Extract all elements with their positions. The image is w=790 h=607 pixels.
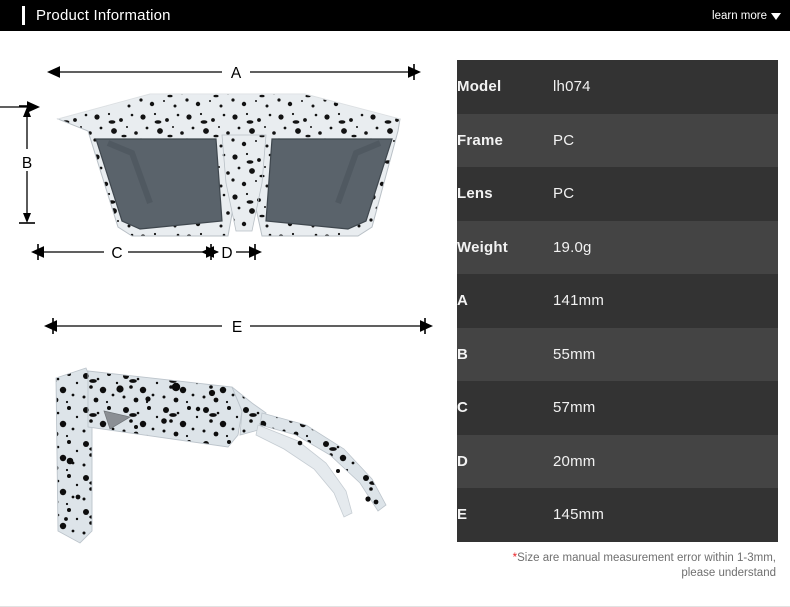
dimension-label-e: E (232, 319, 242, 336)
learn-more-label: learn more (712, 9, 767, 22)
spec-label: Frame (457, 131, 504, 149)
dimension-label-a: A (231, 65, 242, 82)
dimension-arrow-d: D (201, 244, 262, 262)
dimension-label-c: C (111, 245, 122, 262)
product-diagram-panel: A B C D E (0, 31, 455, 606)
spec-value: 141mm (553, 292, 605, 310)
specification-table-body: Model lh074 Frame PC Lens PC Weight 19.0… (457, 60, 778, 542)
disclaimer-line-2: please understand (681, 566, 776, 579)
table-row: Weight 19.0g (457, 220, 778, 274)
product-diagram-svg: A B C D E (0, 64, 433, 544)
specification-panel: Model lh074 Frame PC Lens PC Weight 19.0… (457, 60, 778, 581)
table-row: B 55mm (457, 327, 778, 381)
spec-label: Lens (457, 185, 493, 203)
spec-label: E (457, 506, 468, 524)
sunglasses-side-view (55, 367, 387, 544)
spec-label: C (457, 399, 469, 417)
spec-label: Model (457, 78, 502, 96)
disclaimer-line-1: Size are manual measurement error within… (517, 551, 776, 564)
table-row: D 20mm (457, 434, 778, 488)
spec-value: lh074 (553, 78, 591, 96)
spec-value: 145mm (553, 506, 605, 524)
spec-label: Weight (457, 238, 508, 256)
spec-label: A (457, 292, 469, 310)
spec-label: D (457, 452, 469, 470)
chevron-down-icon (771, 13, 781, 20)
sunglasses-front-view (56, 93, 401, 237)
table-row: E 145mm (457, 488, 778, 542)
page-title: Product Information (36, 7, 171, 24)
dimension-arrow-a: A (47, 64, 421, 82)
spec-value: PC (553, 185, 575, 203)
page-header: Product Information learn more (0, 0, 790, 31)
dimension-label-b: B (22, 155, 32, 172)
measurement-disclaimer: *Size are manual measurement error withi… (457, 551, 778, 581)
specification-table: Model lh074 Frame PC Lens PC Weight 19.0… (457, 60, 778, 542)
dimension-arrow-b: B (0, 101, 40, 224)
header-accent-bar (22, 6, 25, 25)
table-row: C 57mm (457, 381, 778, 435)
table-row: Lens PC (457, 167, 778, 221)
spec-value: PC (553, 131, 575, 149)
table-row: A 141mm (457, 274, 778, 328)
spec-value: 55mm (553, 345, 596, 363)
dimension-label-d: D (221, 245, 232, 262)
spec-value: 19.0g (553, 238, 592, 256)
spec-value: 57mm (553, 399, 596, 417)
learn-more-button[interactable]: learn more (712, 10, 781, 22)
table-row: Model lh074 (457, 60, 778, 114)
table-row: Frame PC (457, 113, 778, 167)
dimension-arrow-c: C (31, 244, 219, 262)
spec-label: B (457, 345, 469, 363)
dimension-arrow-e: E (44, 318, 433, 336)
spec-value: 20mm (553, 452, 596, 470)
